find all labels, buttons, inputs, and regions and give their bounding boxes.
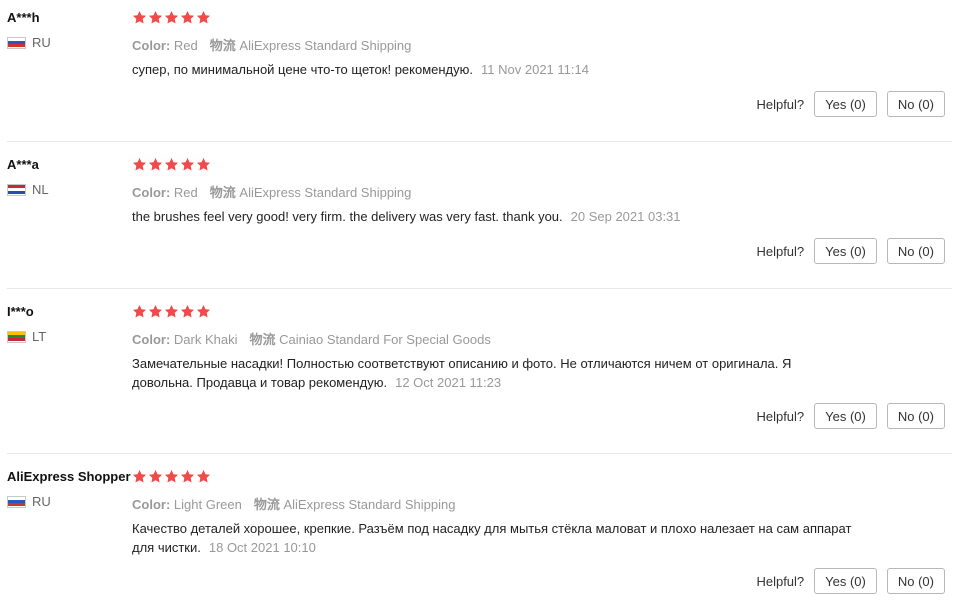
helpful-yes-button[interactable]: Yes (0) — [814, 238, 877, 264]
helpful-no-button[interactable]: No (0) — [886, 403, 945, 429]
star-icon — [180, 10, 195, 24]
helpful-yes-button[interactable]: Yes (0) — [814, 568, 877, 594]
review-text: Замечательные насадки! Полностью соответ… — [132, 354, 852, 392]
reviewer-country: RU — [7, 35, 51, 50]
shipping-label: 物流 — [253, 497, 280, 512]
review-body: the brushes feel very good! very firm. t… — [132, 209, 563, 224]
option-value: Light Green — [173, 497, 242, 512]
shipping-label: 物流 — [209, 38, 236, 53]
star-icon — [180, 304, 195, 318]
helpful-no-button[interactable]: No (0) — [886, 91, 945, 117]
star-icon — [164, 10, 179, 24]
helpful-yes-button[interactable]: Yes (0) — [814, 91, 877, 117]
helpful-vote: Helpful? Yes (0) No (0) — [756, 403, 945, 429]
divider — [7, 141, 952, 142]
star-icon — [148, 10, 163, 24]
helpful-no-button[interactable]: No (0) — [886, 238, 945, 264]
star-icon — [196, 10, 211, 24]
option-label: Color: — [132, 332, 171, 347]
reviewer-name: I***o — [7, 304, 34, 319]
star-rating — [132, 469, 211, 484]
star-rating — [132, 10, 211, 25]
star-icon — [148, 469, 163, 483]
helpful-label: Helpful? — [756, 573, 805, 589]
star-icon — [180, 157, 195, 171]
option-value: Red — [173, 185, 198, 200]
star-icon — [148, 157, 163, 171]
helpful-vote: Helpful? Yes (0) No (0) — [756, 568, 945, 594]
shipping-label: 物流 — [209, 185, 236, 200]
option-label: Color: — [132, 497, 171, 512]
country-code: RU — [32, 494, 51, 509]
helpful-no-button[interactable]: No (0) — [886, 568, 945, 594]
reviewer-country: NL — [7, 182, 49, 197]
helpful-vote: Helpful? Yes (0) No (0) — [756, 91, 945, 117]
review-meta: Color: Dark Khaki 物流 Cainiao Standard For… — [132, 329, 491, 348]
star-icon — [196, 304, 211, 318]
review-date: 11 Nov 2021 11:14 — [481, 62, 589, 77]
country-code: NL — [32, 182, 49, 197]
star-rating — [132, 157, 211, 172]
review-meta: Color: Red 物流 AliExpress Standard Shippin… — [132, 182, 411, 201]
divider — [7, 453, 952, 454]
option-label: Color: — [132, 38, 171, 53]
helpful-yes-button[interactable]: Yes (0) — [814, 403, 877, 429]
helpful-label: Helpful? — [756, 408, 805, 424]
review-text: супер, по минимальной цене что-то щеток!… — [132, 60, 852, 79]
shipping-value: AliExpress Standard Shipping — [239, 38, 412, 53]
helpful-vote: Helpful? Yes (0) No (0) — [756, 238, 945, 264]
review-date: 12 Oct 2021 11:23 — [395, 375, 502, 390]
reviewer-name: AliExpress Shopper — [7, 469, 131, 484]
review-date: 20 Sep 2021 03:31 — [570, 209, 681, 224]
star-icon — [148, 304, 163, 318]
star-icon — [132, 469, 147, 483]
star-icon — [164, 469, 179, 483]
review-body: супер, по минимальной цене что-то щеток!… — [132, 62, 474, 77]
star-icon — [196, 157, 211, 171]
star-icon — [164, 157, 179, 171]
star-icon — [180, 469, 195, 483]
star-icon — [164, 304, 179, 318]
russia-flag-icon — [7, 36, 26, 49]
divider — [7, 288, 952, 289]
option-label: Color: — [132, 185, 171, 200]
reviewer-name: A***h — [7, 10, 40, 25]
shipping-value: AliExpress Standard Shipping — [239, 185, 412, 200]
reviewer-country: RU — [7, 494, 51, 509]
star-rating — [132, 304, 211, 319]
review-text: Качество деталей хорошее, крепкие. Разъё… — [132, 519, 852, 557]
option-value: Dark Khaki — [173, 332, 238, 347]
shipping-value: Cainiao Standard For Special Goods — [279, 332, 491, 347]
shipping-label: 物流 — [249, 332, 276, 347]
review-meta: Color: Red 物流 AliExpress Standard Shippin… — [132, 35, 411, 54]
star-icon — [132, 10, 147, 24]
review-date: 18 Oct 2021 10:10 — [208, 540, 316, 555]
helpful-label: Helpful? — [756, 243, 805, 259]
netherlands-flag-icon — [7, 183, 26, 196]
lithuania-flag-icon — [7, 330, 26, 343]
russia-flag-icon — [7, 495, 26, 508]
star-icon — [132, 157, 147, 171]
reviewer-country: LT — [7, 329, 46, 344]
review-meta: Color: Light Green 物流 AliExpress Standard… — [132, 494, 455, 513]
country-code: LT — [32, 329, 47, 344]
review-text: the brushes feel very good! very firm. t… — [132, 207, 852, 226]
helpful-label: Helpful? — [756, 96, 805, 112]
shipping-value: AliExpress Standard Shipping — [283, 497, 456, 512]
star-icon — [132, 304, 147, 318]
reviewer-name: A***a — [7, 157, 39, 172]
option-value: Red — [173, 38, 198, 53]
star-icon — [196, 469, 211, 483]
country-code: RU — [32, 35, 51, 50]
